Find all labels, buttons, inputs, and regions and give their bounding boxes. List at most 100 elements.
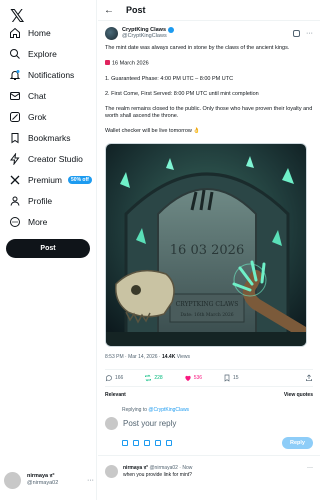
sidebar-item-label: Notifications <box>28 69 75 80</box>
more-dots-icon[interactable]: ··· <box>307 465 313 472</box>
verified-badge-icon <box>168 26 175 33</box>
back-arrow-icon[interactable]: ← <box>104 5 114 16</box>
repost-icon <box>145 374 152 382</box>
account-display-name: nirmaya 𝔫° <box>27 473 55 479</box>
tweet-line: The mint date was always carved in stone… <box>105 45 290 51</box>
tweet-line-date: 16 March 2026 <box>105 60 313 68</box>
sidebar-item-bookmarks[interactable]: Bookmarks <box>0 127 97 148</box>
sidebar-item-label: Profile <box>28 195 53 206</box>
sidebar-item-label: Bookmarks <box>28 132 71 143</box>
sort-relevant-dropdown[interactable]: Relevant <box>105 392 126 398</box>
sidebar-item-home[interactable]: Home <box>0 22 97 43</box>
tweet-line: 1. Guaranteed Phase: 4:00 PM UTC – 8:00 … <box>105 75 234 82</box>
avatar[interactable] <box>105 465 118 478</box>
image-plaque-sub: Date: 16th March 2026 <box>180 312 233 318</box>
replying-to-prefix: Replying to <box>122 407 149 413</box>
page-header: ← Post <box>98 0 320 21</box>
lightning-icon <box>9 152 21 165</box>
sidebar: 𝕏 Home Explore Notifications Chat Grok B… <box>0 0 97 500</box>
emoji-icon[interactable] <box>155 440 161 446</box>
bookmark-icon <box>224 374 230 382</box>
more-circle-icon <box>9 216 21 228</box>
discount-badge: 50% off <box>68 175 92 184</box>
bookmark-action[interactable]: 15 <box>223 374 239 382</box>
sidebar-item-label: More <box>28 216 48 227</box>
main-column: ← Post CryptKing Claws @CryptKingClaws ·… <box>98 0 320 500</box>
tweet-line: Wallet checker will be live tomorrow 👌 <box>105 128 201 134</box>
tweet-timestamp[interactable]: 8:53 PM · Mar 14, 2026 · <box>105 354 162 360</box>
repost-action[interactable]: 228 <box>144 374 163 382</box>
tweet-line: The realm remains closed to the public. … <box>105 105 313 120</box>
views-label: Views <box>175 354 190 360</box>
sidebar-item-label: Home <box>28 27 51 38</box>
tweet-author: CryptKing Claws @CryptKingClaws <box>122 26 175 40</box>
bell-icon <box>9 69 21 81</box>
account-switcher[interactable]: nirmaya 𝔫° @nirmaya02 ··· <box>4 467 94 493</box>
composer-toolbar: Reply <box>105 437 313 449</box>
image-plaque-title: CRYPTKING CLAWS <box>176 301 239 308</box>
reply-icon <box>105 375 112 382</box>
sidebar-item-label: Grok <box>28 111 47 122</box>
reply-action[interactable]: 166 <box>105 374 123 382</box>
sidebar-item-label: Explore <box>28 48 57 59</box>
like-count: 536 <box>193 375 203 381</box>
replying-to: Replying to @CryptKingClaws <box>105 407 313 413</box>
reply-button[interactable]: Reply <box>282 437 313 449</box>
reply-display-name[interactable]: nirmaya 𝔫° <box>123 465 148 472</box>
account-names: nirmaya 𝔫° @nirmaya02 <box>27 473 58 487</box>
sidebar-item-more[interactable]: More <box>0 211 97 232</box>
tweet-actions: 166 228 536 15 <box>105 369 313 387</box>
author-handle[interactable]: @CryptKingClaws <box>122 33 174 40</box>
grok-icon <box>9 111 21 123</box>
reply-count: 166 <box>115 375 124 381</box>
sidebar-item-grok[interactable]: Grok <box>0 106 97 127</box>
reply-content: nirmaya 𝔫° @nirmaya02 · Now ··· when you… <box>123 465 313 478</box>
reply-text: when you provide link for mint? <box>123 471 192 478</box>
sidebar-item-profile[interactable]: Profile <box>0 190 97 211</box>
reply-handle: @nirmaya02 · Now <box>149 465 193 471</box>
tweet-line: 2. First Come, First Served: 8:00 PM UTC… <box>105 90 259 97</box>
sidebar-item-creator-studio[interactable]: Creator Studio <box>0 148 97 169</box>
reply-composer: Post your reply <box>105 417 313 430</box>
grok-icon[interactable] <box>144 440 150 446</box>
person-icon <box>9 195 21 207</box>
x-icon <box>9 174 21 186</box>
bookmark-icon <box>9 132 21 144</box>
share-icon <box>306 374 312 381</box>
like-action[interactable]: 536 <box>184 374 202 382</box>
avatar[interactable] <box>105 26 118 40</box>
avatar <box>4 471 21 489</box>
sidebar-item-label: Chat <box>28 90 46 101</box>
more-dots-icon[interactable]: ··· <box>306 30 313 37</box>
bookmark-count: 15 <box>233 375 239 381</box>
post-button[interactable]: Post <box>6 239 90 258</box>
reply-item[interactable]: nirmaya 𝔫° @nirmaya02 · Now ··· when you… <box>98 455 320 478</box>
view-count: 14.4K <box>161 354 176 360</box>
avatar <box>105 417 118 430</box>
tweet-image[interactable]: 16 03 2026 CRYPTKING CLAWS Date: 16th Ma… <box>105 143 307 347</box>
tweet-header-actions: ··· <box>293 29 313 37</box>
tweet: CryptKing Claws @CryptKingClaws ··· The … <box>98 21 320 449</box>
view-quotes-link[interactable]: View quotes <box>284 392 313 398</box>
sidebar-item-explore[interactable]: Explore <box>0 43 97 64</box>
location-icon[interactable] <box>166 440 172 446</box>
sidebar-item-premium[interactable]: Premium 50% off <box>0 169 97 190</box>
tweet-text: The mint date was always carved in stone… <box>105 45 313 136</box>
sidebar-item-notifications[interactable]: Notifications <box>0 64 97 85</box>
search-icon <box>9 48 21 60</box>
grok-icon[interactable] <box>293 29 300 37</box>
sidebar-item-chat[interactable]: Chat <box>0 85 97 106</box>
mint-date: 16 March 2026 <box>112 60 149 67</box>
repost-count: 228 <box>154 375 163 381</box>
media-icon[interactable] <box>122 440 128 446</box>
reply-sort-bar: Relevant View quotes <box>105 392 313 398</box>
gif-icon[interactable] <box>133 440 139 446</box>
mail-icon <box>9 90 21 102</box>
page-title: Post <box>126 5 146 15</box>
share-action[interactable] <box>305 374 313 382</box>
sidebar-item-label: Premium <box>28 174 63 185</box>
replying-to-handle[interactable]: @CryptKingClaws <box>148 407 189 413</box>
tweet-header: CryptKing Claws @CryptKingClaws ··· <box>105 26 313 40</box>
reply-input[interactable]: Post your reply <box>123 419 176 428</box>
more-dots-icon: ··· <box>87 476 94 484</box>
